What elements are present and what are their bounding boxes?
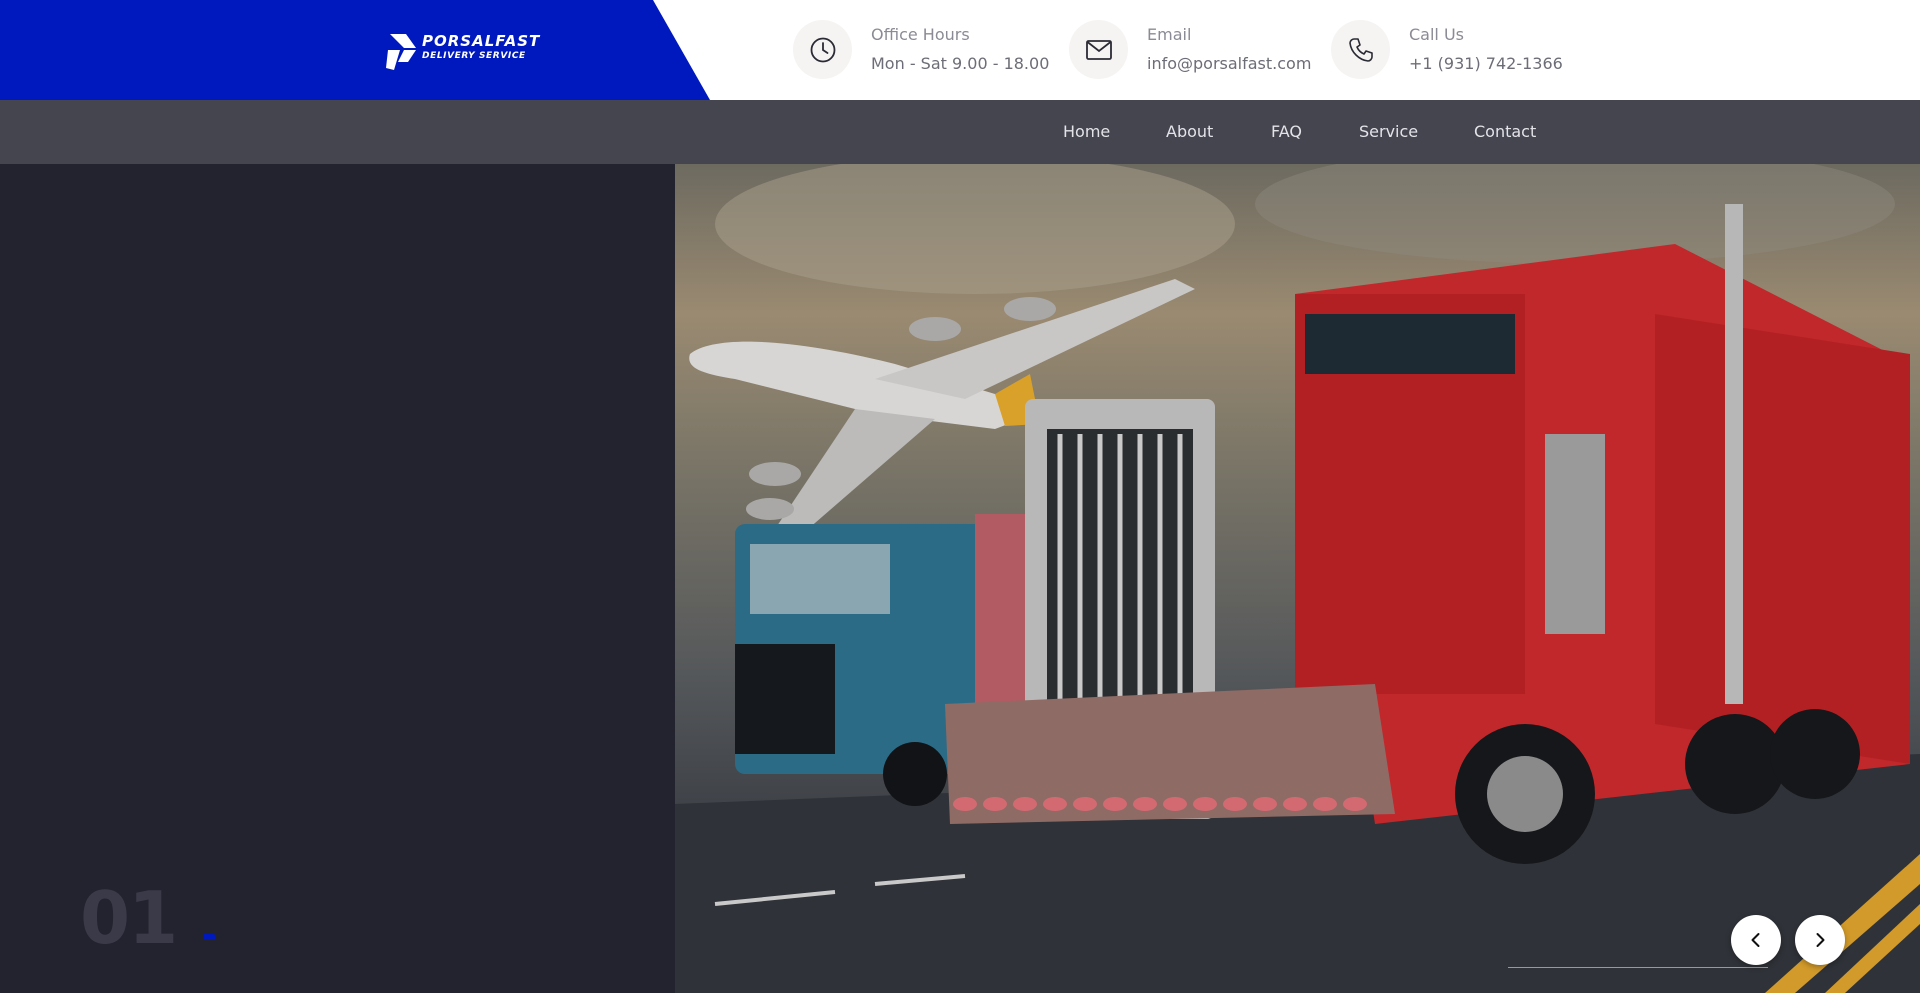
slider-prev-button[interactable] <box>1731 915 1781 965</box>
nav-item-about[interactable]: About <box>1166 122 1213 141</box>
clock-icon <box>810 37 835 62</box>
slide-indicator[interactable] <box>203 933 215 939</box>
slider-progress-line <box>1508 967 1768 968</box>
hero-illustration <box>675 164 1920 993</box>
office-hours-icon-circle <box>793 20 852 79</box>
logo-text: PORSALFAST DELIVERY SERVICE <box>422 32 540 62</box>
nav-item-service[interactable]: Service <box>1359 122 1418 141</box>
nav-item-faq[interactable]: FAQ <box>1271 122 1302 141</box>
logo[interactable]: PORSALFAST DELIVERY SERVICE <box>384 30 539 74</box>
envelope-icon <box>1085 39 1112 60</box>
slider-next-button[interactable] <box>1795 915 1845 965</box>
hero-left-panel <box>0 164 675 993</box>
hero-image <box>675 164 1920 993</box>
main-navigation: Home About FAQ Service Contact <box>0 100 1920 164</box>
logo-mark-icon <box>386 34 416 70</box>
brand-name: PORSALFAST <box>422 32 541 50</box>
brand-tagline: DELIVERY SERVICE <box>422 51 526 61</box>
email-value[interactable]: info@porsalfast.com <box>1147 54 1311 73</box>
phone-value[interactable]: +1 (931) 742-1366 <box>1409 54 1563 73</box>
red-truck-shape <box>945 204 1910 864</box>
brand-area <box>0 0 710 100</box>
nav-item-home[interactable]: Home <box>1063 122 1110 141</box>
phone-icon <box>1348 37 1373 62</box>
nav-item-contact[interactable]: Contact <box>1474 122 1536 141</box>
office-hours-value: Mon - Sat 9.00 - 18.00 <box>871 54 1050 73</box>
slide-number: 01 <box>80 876 178 960</box>
phone-label: Call Us <box>1409 25 1464 44</box>
top-header: PORSALFAST DELIVERY SERVICE Office Hours… <box>0 0 1920 100</box>
chevron-right-icon <box>1816 933 1825 947</box>
office-hours-label: Office Hours <box>871 25 970 44</box>
phone-icon-circle <box>1331 20 1390 79</box>
chevron-left-icon <box>1751 933 1760 947</box>
email-icon-circle <box>1069 20 1128 79</box>
email-label: Email <box>1147 25 1192 44</box>
